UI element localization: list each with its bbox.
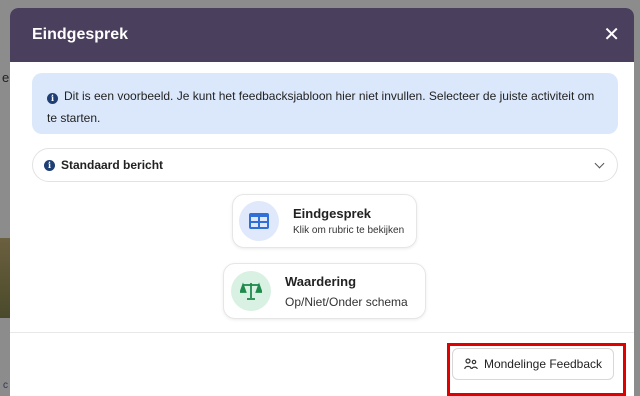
info-banner: i Dit is een voorbeeld. Je kunt het feedb… (32, 73, 618, 134)
card-subtitle: Op/Niet/Onder schema (285, 294, 408, 309)
info-icon: i (47, 93, 58, 104)
feedback-modal: Eindgesprek ✕ i Dit is een voorbeeld. Je … (10, 8, 634, 396)
card-title: Eindgesprek (293, 206, 372, 221)
dropdown-left: i Standaard bericht (44, 158, 163, 172)
card-subtitle: Klik om rubric te bekijken (293, 225, 405, 236)
info-icon: i (44, 159, 55, 171)
modal-title: Eindgesprek (32, 26, 129, 43)
footer-divider (10, 332, 634, 333)
people-talk-icon (464, 358, 478, 370)
info-banner-text: Dit is een voorbeeld. Je kunt het feedba… (47, 89, 595, 125)
card-text: Waardering Op/Niet/Onder schema (285, 274, 408, 309)
oral-feedback-button[interactable]: Mondelinge Feedback (452, 348, 614, 380)
card-title: Waardering (285, 273, 357, 289)
oral-feedback-label: Mondelinge Feedback (483, 357, 603, 371)
standard-message-dropdown[interactable]: i Standaard bericht (32, 148, 618, 182)
card-text: Eindgesprek Klik om rubric te bekijken (293, 206, 404, 236)
close-button[interactable]: ✕ (603, 25, 620, 45)
modal-header: Eindgesprek ✕ (10, 8, 634, 62)
rubric-card-eindgesprek[interactable]: Eindgesprek Klik om rubric te bekijken (232, 194, 417, 248)
table-icon (239, 201, 279, 241)
dropdown-label: Standaard bericht (61, 158, 164, 172)
chevron-down-icon (594, 158, 605, 169)
scale-icon (231, 271, 271, 311)
background-fragment: e (2, 70, 10, 85)
background-fragment-2: c (3, 380, 8, 391)
rating-card-waardering[interactable]: Waardering Op/Niet/Onder schema (223, 263, 426, 319)
